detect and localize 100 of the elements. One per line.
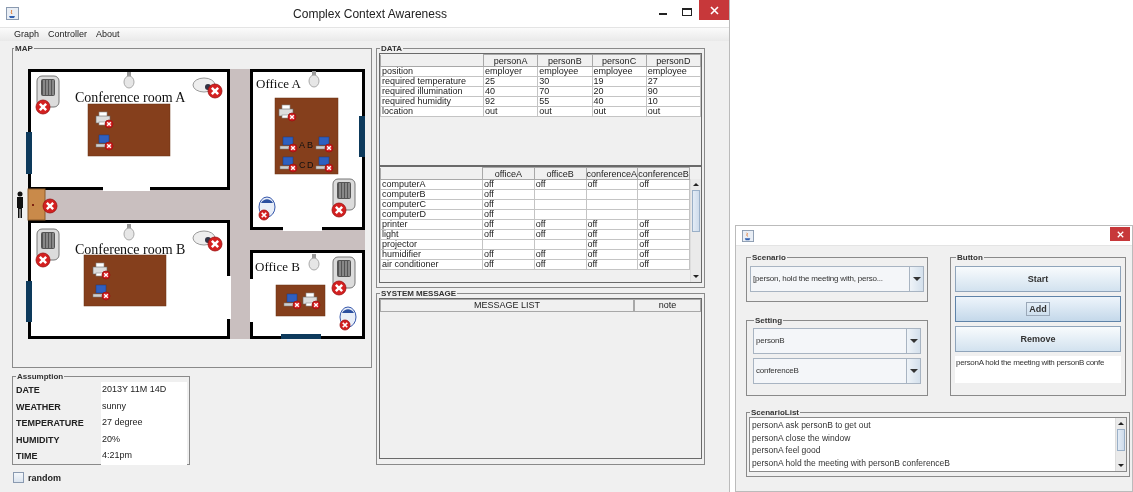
random-checkbox[interactable] (13, 472, 24, 483)
column-header[interactable]: conferenceB (637, 167, 690, 180)
table-cell: off (534, 259, 586, 270)
computer-label: B (307, 140, 313, 150)
row-label: computerD (380, 209, 483, 220)
field-label: DATE (15, 384, 41, 397)
table-cell: 25 (483, 76, 538, 87)
field-value: 2013Y 11M 14D (101, 382, 187, 399)
column-header[interactable]: MESSAGE LIST (380, 299, 634, 312)
list-item[interactable]: personA close the window (752, 431, 1113, 444)
table-cell: off (482, 209, 535, 220)
table-cell: 90 (646, 86, 701, 97)
room-label: Conference room A (75, 90, 186, 105)
caret-icon (909, 339, 918, 343)
panel-title: Scenario (751, 253, 787, 262)
panel-title: DATA (380, 44, 404, 53)
field-label: HUMIDITY (15, 433, 61, 447)
close-icon (709, 5, 719, 15)
table-cell: 40 (483, 86, 538, 97)
table-cell: out (483, 106, 538, 117)
table-cell: off (586, 179, 638, 190)
table-cell: off (637, 229, 690, 240)
table-cell: off (482, 219, 535, 230)
action-button[interactable]: Start (955, 266, 1121, 292)
table-cell: 70 (537, 86, 592, 97)
table-cell: employee (646, 66, 701, 77)
checkbox-label: random (28, 472, 61, 483)
menu-item[interactable]: About (96, 28, 120, 41)
scenario-dropdown[interactable]: [person, hold the meeting with, perso... (750, 266, 924, 292)
table-cell: employee (537, 66, 592, 77)
table-cell: off (534, 219, 586, 230)
scrollbar[interactable] (690, 179, 701, 282)
action-button[interactable]: Remove (955, 326, 1121, 352)
table-cell: off (637, 219, 690, 230)
room-label: Office A (256, 76, 301, 91)
row-label: computerC (380, 199, 483, 210)
column-header[interactable]: note (634, 299, 701, 312)
panel-title: Button (956, 253, 984, 262)
row-label: required humidity (380, 96, 484, 107)
list-item[interactable]: personA feel good (752, 444, 1113, 457)
maximize-icon (682, 8, 692, 16)
column-header[interactable]: officeA (482, 167, 535, 180)
table-cell: off (586, 229, 638, 240)
panel-title: SYSTEM MESSAGE (380, 289, 458, 298)
action-button[interactable]: Add (955, 296, 1121, 322)
table-cell: off (534, 249, 586, 260)
table-cell: 40 (592, 96, 647, 107)
row-label: location (380, 106, 484, 117)
table-cell: off (586, 249, 638, 260)
column-header[interactable]: officeB (534, 167, 586, 180)
table-cell: off (482, 179, 535, 190)
list-item[interactable]: personA ask personB to get out (752, 419, 1113, 432)
field-label: TIME (15, 450, 39, 463)
table-cell: off (637, 259, 690, 270)
column-header[interactable]: personB (537, 54, 592, 67)
scrollbar[interactable] (1115, 418, 1126, 471)
table-cell: off (586, 259, 638, 270)
room-label: Office B (255, 259, 300, 274)
computer-label: A (299, 140, 305, 150)
close-button[interactable] (699, 0, 729, 20)
row-label: computerB (380, 189, 483, 200)
table-cell: 55 (537, 96, 592, 107)
panel-title: Assumption (16, 372, 65, 381)
table-cell: off (637, 179, 690, 190)
menu-item[interactable]: Graph (14, 28, 39, 41)
row-label: humidifier (380, 249, 483, 260)
app-icon (6, 7, 19, 20)
table-cell: off (637, 239, 690, 250)
column-header[interactable]: conferenceA (586, 167, 638, 180)
row-label: air conditioner (380, 259, 483, 270)
setting-dropdown[interactable]: conferenceB (753, 358, 921, 384)
computer-label: D (307, 160, 314, 170)
row-label: projector (380, 239, 483, 250)
table-cell: off (482, 249, 535, 260)
table-cell: 19 (592, 76, 647, 87)
table-cell: out (592, 106, 647, 117)
field-label: TEMPERATURE (15, 417, 85, 430)
table-cell: off (534, 179, 586, 190)
panel-title: MAP (14, 44, 34, 53)
field-label: WEATHER (15, 400, 62, 414)
room-label: Conference room B (75, 242, 186, 257)
close-button[interactable] (1110, 227, 1130, 241)
table-cell: 20 (592, 86, 647, 97)
menu-item[interactable]: Controller (48, 28, 88, 41)
setting-dropdown[interactable]: personB (753, 328, 921, 354)
table-cell: 27 (646, 76, 701, 87)
table-cell: 30 (537, 76, 592, 87)
row-label: required temperature (380, 76, 484, 87)
field-value: 4:21pm (101, 448, 187, 465)
result-field[interactable]: personA hold the meeting with personB confe (955, 356, 1121, 383)
row-label: printer (380, 219, 483, 230)
list-item[interactable]: personA hold the meeting with personB conferenceB (752, 456, 1113, 469)
column-header[interactable]: personD (646, 54, 701, 67)
panel-title: Setting (754, 316, 784, 325)
row-label: required illumination (380, 86, 484, 97)
panel-title: ScenarioList (750, 408, 800, 417)
computer-label: C (299, 160, 306, 170)
table-cell: employer (483, 66, 538, 77)
column-header[interactable]: personA (483, 54, 538, 67)
column-header[interactable]: personC (592, 54, 647, 67)
